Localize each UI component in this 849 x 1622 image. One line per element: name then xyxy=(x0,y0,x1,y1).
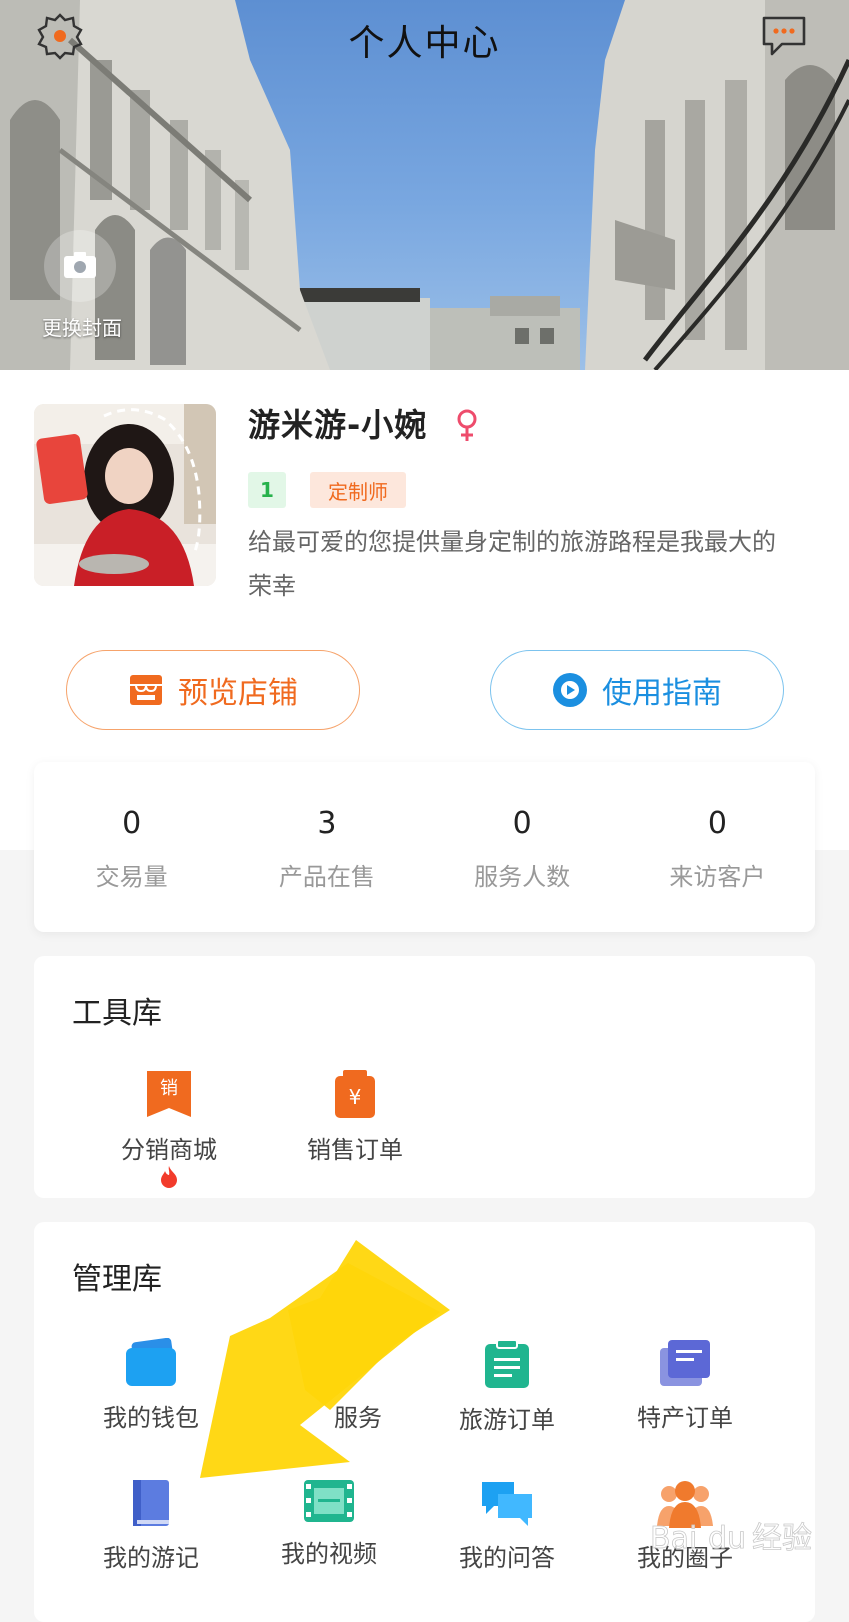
stat-visitors[interactable]: 0 来访客户 xyxy=(620,762,815,932)
mgmt-my-travelogue[interactable]: 我的游记 xyxy=(62,1478,240,1573)
stat-value: 0 xyxy=(707,806,727,841)
female-icon xyxy=(457,409,477,441)
mgmt-service[interactable]: 服务 xyxy=(240,1338,418,1433)
stat-products-on-sale[interactable]: 3 产品在售 xyxy=(229,762,424,932)
svg-text:Bai: Bai xyxy=(650,1521,697,1556)
notebook-icon xyxy=(133,1480,169,1526)
play-circle-icon xyxy=(553,673,587,707)
svg-text:经验: 经验 xyxy=(752,1521,812,1556)
chat-bubbles-icon xyxy=(482,1482,532,1526)
tool-distribution-mall[interactable]: 销 分销商城 xyxy=(80,1068,258,1189)
stat-value: 0 xyxy=(122,806,142,841)
tool-label: 分销商城 xyxy=(121,1136,217,1164)
stat-label: 服务人数 xyxy=(474,863,571,891)
fire-icon xyxy=(161,1166,177,1188)
service-icon xyxy=(240,1338,418,1388)
wallet-icon xyxy=(126,1338,176,1386)
stat-value: 0 xyxy=(512,806,532,841)
yuan-bag-icon: ¥ xyxy=(335,1070,375,1118)
film-icon xyxy=(304,1480,354,1522)
toolbox-card: 工具库 销 分销商城 ¥ 销售订单 xyxy=(34,956,815,1198)
tool-label: 我的问答 xyxy=(459,1544,555,1572)
stat-transactions[interactable]: 0 交易量 xyxy=(34,762,229,932)
stats-card: 0 交易量 3 产品在售 0 服务人数 0 来访客户 xyxy=(34,762,815,932)
user-guide-button[interactable]: 使用指南 xyxy=(490,650,784,730)
toolbox-title: 工具库 xyxy=(72,996,162,1031)
stat-label: 产品在售 xyxy=(278,863,375,891)
mgmt-my-qa[interactable]: 我的问答 xyxy=(418,1478,596,1573)
profile-bio: 给最可爱的您提供量身定制的旅游路程是我最大的荣幸 xyxy=(248,528,776,600)
svg-text:du: du xyxy=(708,1521,746,1556)
tool-label: 销售订单 xyxy=(307,1136,403,1164)
mgmt-my-videos[interactable]: 我的视频 xyxy=(240,1478,418,1569)
tool-label: 我的游记 xyxy=(103,1544,199,1572)
sales-tag-icon-text: 销 xyxy=(160,1078,178,1099)
tool-label: 服务 xyxy=(334,1404,382,1432)
stat-label: 来访客户 xyxy=(669,863,766,891)
gear-icon[interactable] xyxy=(36,12,84,60)
stat-value: 3 xyxy=(317,806,337,841)
management-title: 管理库 xyxy=(72,1262,162,1297)
sales-tag-icon: 销 xyxy=(147,1071,191,1117)
mgmt-travel-orders[interactable]: 旅游订单 xyxy=(418,1338,596,1435)
profile-name: 游米游-小婉 xyxy=(248,406,428,444)
tool-label: 我的钱包 xyxy=(103,1404,199,1432)
tool-label: 特产订单 xyxy=(637,1404,733,1432)
user-guide-label: 使用指南 xyxy=(602,676,722,711)
page-title: 个人中心 xyxy=(348,23,501,64)
stat-label: 交易量 xyxy=(95,863,168,891)
avatar-photo xyxy=(34,404,216,586)
level-badge: 1 xyxy=(248,472,286,508)
stacked-docs-icon xyxy=(660,1340,710,1386)
shop-icon xyxy=(130,675,162,705)
clipboard-icon xyxy=(485,1339,529,1388)
baidu-jingyan-watermark: Bai du 经验 xyxy=(650,1521,813,1557)
preview-shop-button[interactable]: 预览店铺 xyxy=(66,650,360,730)
change-cover-button[interactable] xyxy=(44,230,116,302)
change-cover-label[interactable]: 更换封面 xyxy=(22,312,142,341)
mgmt-my-wallet[interactable]: 我的钱包 xyxy=(62,1338,240,1433)
camera-icon xyxy=(64,252,96,278)
cover-image: 个人中心 更换封面 xyxy=(0,0,849,370)
mgmt-specialty-orders[interactable]: 特产订单 xyxy=(596,1338,774,1433)
yuan-bag-icon-text: ¥ xyxy=(349,1085,362,1109)
message-icon[interactable] xyxy=(760,14,808,58)
tool-label: 我的视频 xyxy=(281,1540,377,1568)
stat-served-people[interactable]: 0 服务人数 xyxy=(425,762,620,932)
role-badge: 定制师 xyxy=(310,472,406,508)
cover-building-middle xyxy=(290,288,580,370)
avatar[interactable] xyxy=(34,404,216,586)
tool-label: 旅游订单 xyxy=(459,1406,555,1434)
preview-shop-label: 预览店铺 xyxy=(178,676,298,711)
tool-sales-orders[interactable]: ¥ 销售订单 xyxy=(266,1068,444,1165)
